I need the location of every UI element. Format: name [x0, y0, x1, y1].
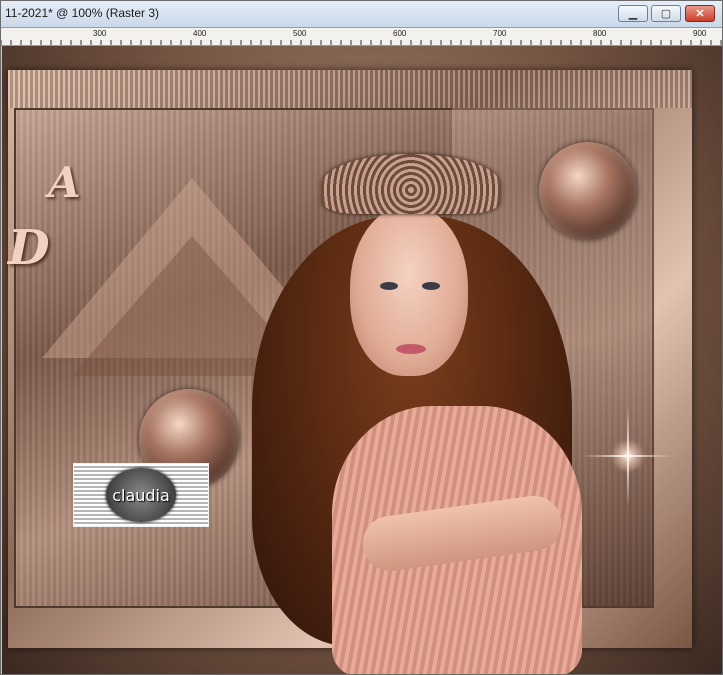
ruler-label-400: 400 — [193, 29, 207, 38]
title-bar[interactable]: 11-2021* @ 100% (Raster 3) ▁ ▢ ✕ — [1, 1, 722, 28]
girl-portrait — [252, 106, 582, 674]
close-button[interactable]: ✕ — [685, 5, 715, 22]
girl-eye-right — [422, 282, 440, 290]
maximize-icon: ▢ — [660, 8, 672, 20]
top-stripe-border — [8, 70, 692, 108]
ruler-label-500: 500 — [293, 29, 307, 38]
maximize-button[interactable]: ▢ — [651, 5, 681, 22]
girl-lips — [396, 344, 426, 354]
ruler-label-600: 600 — [393, 29, 407, 38]
decor-letter-d: D — [8, 220, 50, 276]
ruler-label-800: 800 — [593, 29, 607, 38]
app-window: 11-2021* @ 100% (Raster 3) ▁ ▢ ✕ 300 400… — [0, 0, 723, 675]
ruler-label-300: 300 — [93, 29, 107, 38]
close-icon: ✕ — [695, 8, 705, 20]
watermark-badge: claudia — [73, 463, 209, 527]
watermark-text: claudia — [112, 485, 170, 505]
girl-tiara — [322, 154, 500, 214]
window-title: 11-2021* @ 100% (Raster 3) — [5, 6, 160, 20]
girl-eye-left — [380, 282, 398, 290]
ruler-label-900: 900 — [693, 29, 707, 38]
image-canvas[interactable]: A D claudia — [2, 46, 722, 674]
watermark-logo: claudia — [106, 468, 176, 522]
ruler-label-700: 700 — [493, 29, 507, 38]
minimize-icon: ▁ — [628, 8, 638, 20]
decor-letter-a: A — [48, 158, 81, 207]
ruler-ticks — [1, 40, 722, 45]
sparkle-ray-vertical — [627, 406, 629, 506]
horizontal-ruler: 300 400 500 600 700 800 900 — [1, 28, 722, 46]
minimize-button[interactable]: ▁ — [618, 5, 648, 22]
